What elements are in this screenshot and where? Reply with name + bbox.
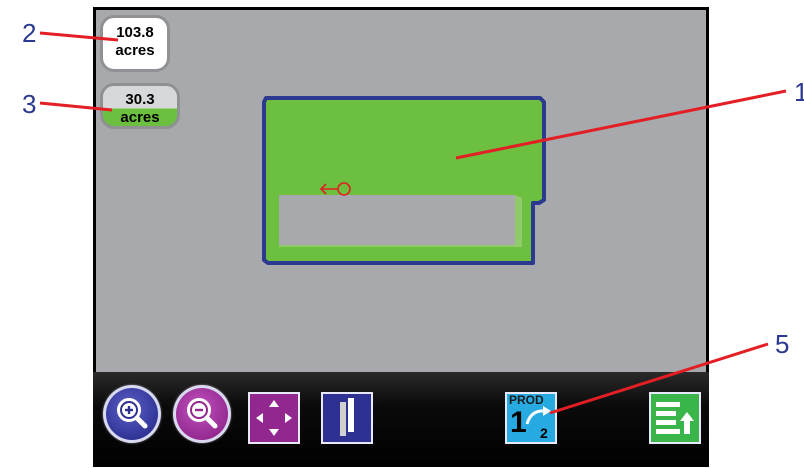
menu-button[interactable]	[649, 392, 701, 444]
pan-button[interactable]	[248, 392, 300, 444]
field-area-unit: acres	[115, 42, 155, 59]
zoom-in-button[interactable]	[103, 385, 161, 443]
guidance-button[interactable]	[321, 392, 373, 444]
field-map	[262, 96, 546, 265]
field-area-display[interactable]: 103.8 acres	[100, 15, 170, 72]
zoom-out-button[interactable]	[173, 385, 231, 443]
zoom-out-icon	[187, 398, 218, 429]
covered-area-unit: acres	[120, 109, 160, 126]
menu-up-icon	[656, 402, 694, 434]
bottom-toolbar: PROD 1 2	[93, 372, 709, 467]
covered-area-value: 30.3	[125, 91, 155, 108]
product-switch-button[interactable]: PROD 1 2	[505, 392, 557, 444]
field-area-value: 103.8	[116, 24, 154, 41]
callout-label-3: 3	[22, 89, 37, 119]
zoom-in-icon	[117, 398, 148, 429]
covered-area-display[interactable]: 30.3 acres	[100, 83, 180, 129]
display-screen: 103.8 acres 30.3 acres PROD 1 2	[93, 7, 709, 467]
callout-label-1: 1	[794, 77, 804, 107]
map-view[interactable]: 103.8 acres 30.3 acres	[96, 10, 706, 372]
pan-arrows-icon	[256, 400, 292, 436]
uncovered-area	[279, 195, 515, 245]
guidance-bars-icon	[340, 398, 354, 436]
callout-label-5: 5	[775, 329, 790, 359]
callout-label-2: 2	[22, 18, 37, 48]
product-switch-icon	[525, 406, 551, 425]
